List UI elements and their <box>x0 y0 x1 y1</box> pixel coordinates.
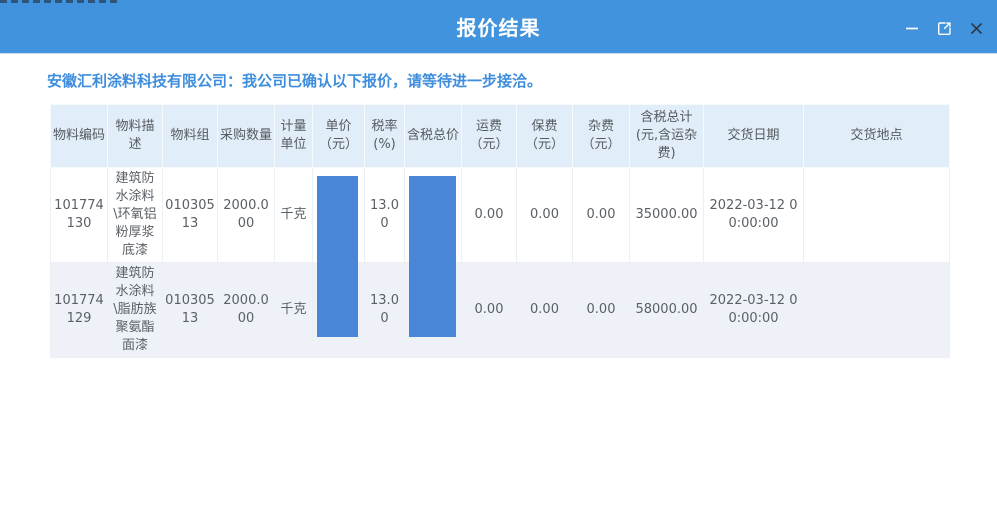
unit-price-mask-bar <box>317 176 358 337</box>
cell-tax-rate: 13.00 <box>365 263 405 358</box>
cell-material-desc: 建筑防水涂料\脂肪族聚氨酯面漆 <box>108 263 163 358</box>
cell-delivery-place <box>804 263 950 358</box>
col-header-freight: 运费（元） <box>462 105 517 168</box>
cell-material-group: 01030513 <box>163 168 218 263</box>
cell-material-group: 01030513 <box>163 263 218 358</box>
cell-delivery-place <box>804 168 950 263</box>
col-header-total-with-tax: 含税总价 <box>405 105 462 168</box>
cell-insurance: 0.00 <box>517 168 573 263</box>
minimize-button[interactable] <box>903 19 921 37</box>
col-header-material-group: 物料组 <box>163 105 218 168</box>
window-controls <box>903 3 985 53</box>
cell-material-code: 101774129 <box>51 263 108 358</box>
cell-material-code: 101774130 <box>51 168 108 263</box>
cell-unit: 千克 <box>275 168 313 263</box>
col-header-delivery-date: 交货日期 <box>704 105 804 168</box>
cell-material-desc: 建筑防水涂料\环氧铝粉厚浆底漆 <box>108 168 163 263</box>
table-header-row: 物料编码 物料描述 物料组 采购数量 计量单位 单价（元） 税率(%) 含税总价… <box>51 105 950 168</box>
quote-table-wrap: 物料编码 物料描述 物料组 采购数量 计量单位 单价（元） 税率(%) 含税总价… <box>50 104 949 358</box>
cell-unit: 千克 <box>275 263 313 358</box>
minimize-icon <box>904 20 920 36</box>
dialog-titlebar: 报价结果 <box>0 3 997 54</box>
table-row: 101774129 建筑防水涂料\脂肪族聚氨酯面漆 01030513 2000.… <box>51 263 950 358</box>
close-button[interactable] <box>967 19 985 37</box>
quote-result-dialog: 报价结果 安徽汇利涂料科技有限公司：我公司已 <box>0 0 997 530</box>
maximize-icon <box>937 21 952 36</box>
col-header-material-code: 物料编码 <box>51 105 108 168</box>
col-header-insurance: 保费（元） <box>517 105 573 168</box>
cell-freight: 0.00 <box>462 168 517 263</box>
col-header-purchase-qty: 采购数量 <box>218 105 275 168</box>
cell-misc-fee: 0.00 <box>573 263 630 358</box>
col-header-material-desc: 物料描述 <box>108 105 163 168</box>
close-icon <box>969 21 984 36</box>
total-price-mask-bar <box>409 176 456 337</box>
table-row: 101774130 建筑防水涂料\环氧铝粉厚浆底漆 01030513 2000.… <box>51 168 950 263</box>
cell-insurance: 0.00 <box>517 263 573 358</box>
confirmation-message: 安徽汇利涂料科技有限公司：我公司已确认以下报价，请等待进一步接洽。 <box>47 73 997 90</box>
cell-grand-total: 58000.00 <box>630 263 704 358</box>
col-header-unit: 计量单位 <box>275 105 313 168</box>
cell-misc-fee: 0.00 <box>573 168 630 263</box>
cell-tax-rate: 13.00 <box>365 168 405 263</box>
cell-purchase-qty: 2000.000 <box>218 263 275 358</box>
col-header-tax-rate: 税率(%) <box>365 105 405 168</box>
maximize-button[interactable] <box>935 19 953 37</box>
col-header-misc-fee: 杂费（元） <box>573 105 630 168</box>
cell-freight: 0.00 <box>462 263 517 358</box>
col-header-delivery-place: 交货地点 <box>804 105 950 168</box>
cell-purchase-qty: 2000.000 <box>218 168 275 263</box>
quote-table: 物料编码 物料描述 物料组 采购数量 计量单位 单价（元） 税率(%) 含税总价… <box>50 104 950 358</box>
cell-grand-total: 35000.00 <box>630 168 704 263</box>
cell-delivery-date: 2022-03-12 00:00:00 <box>704 168 804 263</box>
cell-delivery-date: 2022-03-12 00:00:00 <box>704 263 804 358</box>
col-header-unit-price: 单价（元） <box>313 105 365 168</box>
dialog-title: 报价结果 <box>0 3 997 53</box>
col-header-grand-total: 含税总计(元,含运杂费) <box>630 105 704 168</box>
